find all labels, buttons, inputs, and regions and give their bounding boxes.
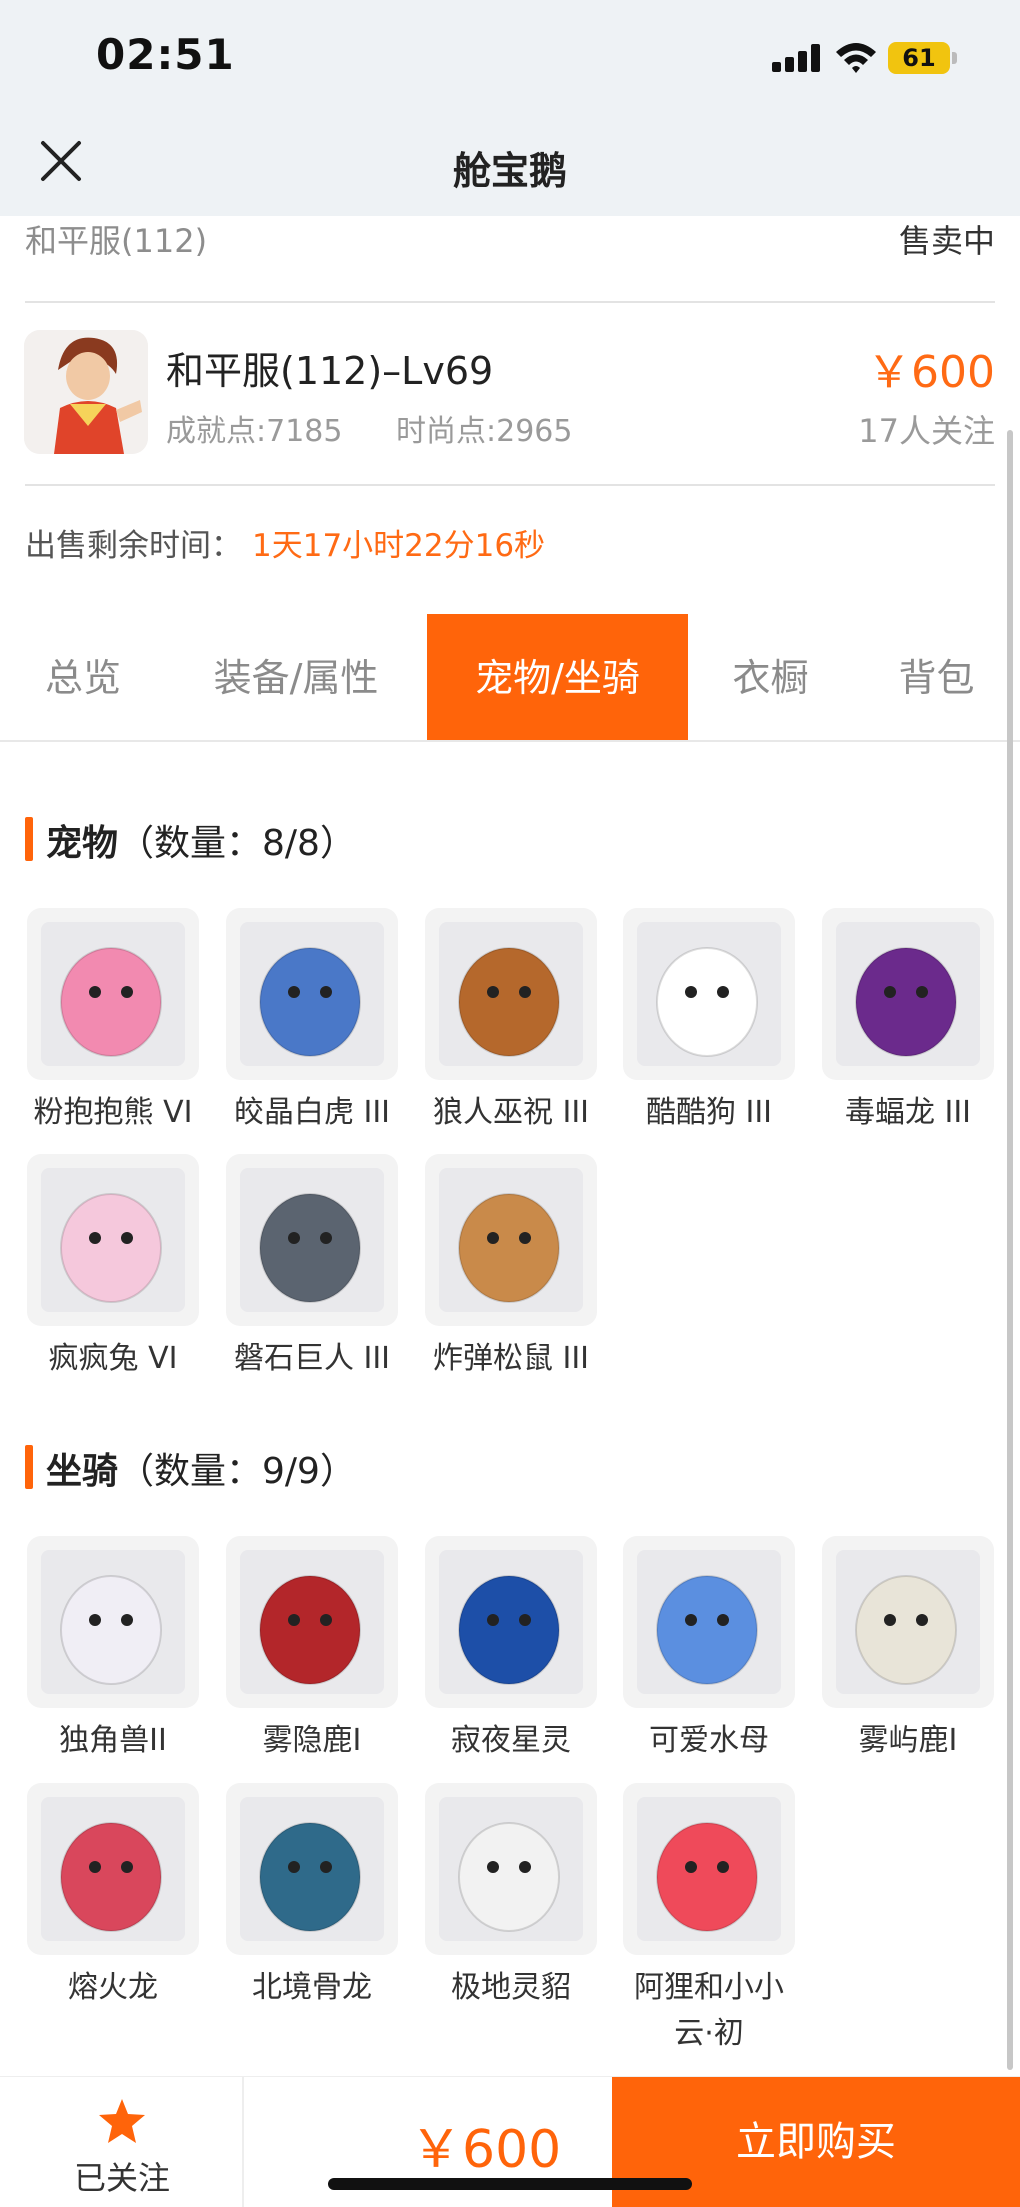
follower-count: 17人关注 (858, 412, 995, 450)
crazy-rabbit-card[interactable] (27, 1154, 199, 1326)
rock-giant-card[interactable] (226, 1154, 398, 1326)
mist-deer-icon (240, 1550, 384, 1694)
bomb-squirrel-icon (439, 1168, 583, 1312)
ali-cloud-card[interactable] (623, 1783, 795, 1955)
crazy-rabbit-icon (41, 1168, 185, 1312)
battery-nub (952, 52, 957, 64)
werewolf-icon (439, 922, 583, 1066)
item-name: 极地灵貂 (451, 1970, 571, 2005)
item-name: 疯疯兔 VI (48, 1341, 178, 1376)
item-name: 寂夜星灵 (451, 1723, 571, 1758)
item-name: 酷酷狗 III (645, 1095, 773, 1130)
character-name: 和平服(112)–Lv69 (166, 349, 494, 393)
remaining-time-label: 出售剩余时间： (25, 528, 242, 564)
achievement-points: 成就点:7185 (166, 414, 343, 449)
item-name: 狼人巫祝 III (432, 1095, 590, 1130)
jellyfish-icon (637, 1550, 781, 1694)
home-indicator (328, 2178, 692, 2190)
item-name: 可爱水母 (649, 1723, 769, 1758)
remaining-time-value: 1天17小时22分16秒 (252, 528, 546, 564)
tab-pets-mounts[interactable]: 宠物/坐骑 (427, 614, 688, 742)
bat-dragon-card[interactable] (822, 908, 994, 1080)
tab-overview[interactable]: 总览 (0, 614, 166, 742)
sale-status: 售卖中 (898, 222, 995, 260)
item-name: 磐石巨人 III (233, 1341, 391, 1376)
mounts-section-name: 坐骑 (46, 1451, 119, 1492)
battery-icon: 61 (888, 42, 950, 74)
pink-bear-icon (41, 922, 185, 1066)
unicorn-icon (41, 1550, 185, 1694)
item-name: 雾屿鹿I (858, 1723, 958, 1758)
item-name: 粉抱抱熊 VI (33, 1095, 193, 1130)
cellular-signal-icon (772, 44, 824, 72)
white-tiger-icon (240, 922, 384, 1066)
polar-marten-card[interactable] (425, 1783, 597, 1955)
night-spirit-card[interactable] (425, 1536, 597, 1708)
pets-section-title: 宠物（数量：8/8） (46, 814, 356, 866)
follow-button[interactable]: 已关注 (0, 2077, 244, 2207)
item-name: 熔火龙 (68, 1970, 158, 2005)
bone-dragon-card[interactable] (226, 1783, 398, 1955)
tab-bar: 总览 装备/属性 宠物/坐骑 衣橱 背包 (0, 614, 1020, 742)
item-name: 独角兽II (59, 1723, 167, 1758)
server-name: 和平服(112) (25, 222, 208, 260)
item-name: 阿狸和小小云·初 (634, 1970, 784, 2051)
item-name: 毒蝠龙 III (844, 1095, 972, 1130)
wifi-icon (836, 43, 876, 73)
star-icon (99, 2099, 145, 2143)
island-deer-icon (836, 1550, 980, 1694)
item-name: 北境骨龙 (252, 1970, 372, 2005)
page-title: 舱宝鹅 (452, 149, 567, 193)
night-spirit-icon (439, 1550, 583, 1694)
polar-marten-icon (439, 1797, 583, 1941)
listing-price: ￥600 (867, 347, 995, 398)
tab-divider (0, 740, 1020, 742)
tab-equipment[interactable]: 装备/属性 (166, 614, 426, 742)
white-tiger-card[interactable] (226, 908, 398, 1080)
cool-dog-icon (637, 922, 781, 1066)
tab-wardrobe[interactable]: 衣橱 (688, 614, 853, 742)
section-marker (25, 817, 33, 861)
pets-section-name: 宠物 (46, 823, 119, 864)
island-deer-card[interactable] (822, 1536, 994, 1708)
bomb-squirrel-card[interactable] (425, 1154, 597, 1326)
app-header: 02:51 61 舱宝鹅 (0, 0, 1020, 216)
pink-bear-card[interactable] (27, 908, 199, 1080)
scrollbar[interactable] (1007, 430, 1013, 2070)
mounts-section-count: （数量：9/9） (118, 1451, 356, 1492)
bat-dragon-icon (836, 922, 980, 1066)
item-name: 皎晶白虎 III (233, 1095, 391, 1130)
follow-label: 已关注 (73, 2159, 170, 2197)
pets-section-count: （数量：8/8） (118, 823, 356, 864)
mounts-section-title: 坐骑（数量：9/9） (46, 1442, 356, 1494)
section-marker (25, 1445, 33, 1489)
divider (25, 301, 995, 303)
jellyfish-card[interactable] (623, 1536, 795, 1708)
character-avatar (24, 330, 148, 454)
cool-dog-card[interactable] (623, 908, 795, 1080)
item-name: 炸弹松鼠 III (432, 1341, 590, 1376)
ali-cloud-icon (637, 1797, 781, 1941)
tab-bag[interactable]: 背包 (853, 614, 1020, 742)
fashion-points: 时尚点:2965 (396, 414, 573, 449)
rock-giant-icon (240, 1168, 384, 1312)
fire-dragon-icon (41, 1797, 185, 1941)
fire-dragon-card[interactable] (27, 1783, 199, 1955)
werewolf-card[interactable] (425, 908, 597, 1080)
divider (25, 484, 995, 486)
bone-dragon-icon (240, 1797, 384, 1941)
unicorn-card[interactable] (27, 1536, 199, 1708)
mist-deer-card[interactable] (226, 1536, 398, 1708)
battery-level: 61 (902, 44, 936, 72)
bottom-price: ￥600 (410, 2120, 562, 2180)
item-name: 雾隐鹿I (262, 1723, 362, 1758)
status-time: 02:51 (96, 30, 235, 79)
